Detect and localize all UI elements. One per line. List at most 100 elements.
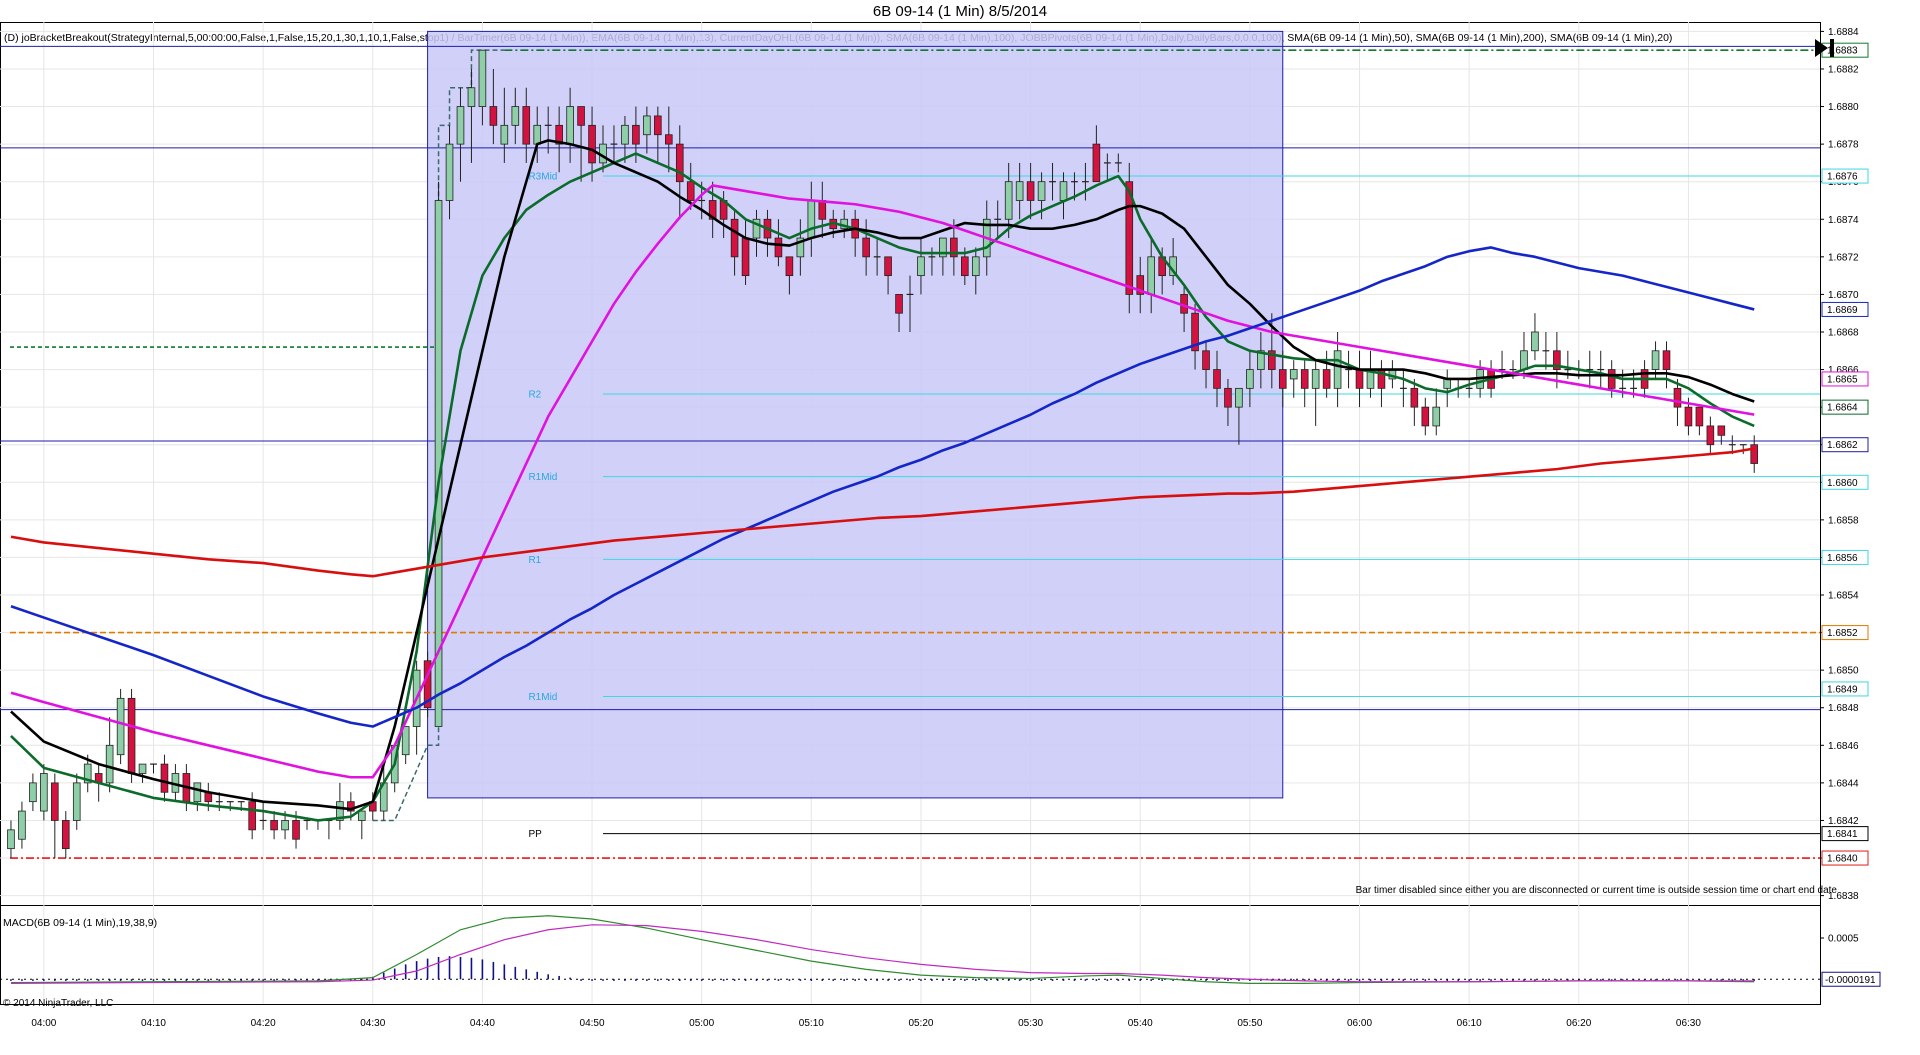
candle-body: [193, 782, 202, 803]
pivot-label: R3Mid: [528, 172, 557, 183]
macd-panel-frame: [0, 905, 1821, 1005]
candle-body: [1531, 331, 1539, 352]
x-tick-label: 05:40: [1128, 1018, 1153, 1029]
candle-body: [961, 256, 969, 277]
price-label: 1.6840: [1827, 854, 1858, 865]
candle-body: [621, 124, 629, 145]
candle-body: [7, 829, 15, 850]
x-tick-label: 04:00: [31, 1018, 56, 1029]
y-tick-label: 1.6870: [1828, 290, 1859, 301]
candle-body: [29, 782, 37, 803]
y-tick-label: 1.6844: [1828, 778, 1859, 789]
candle-body: [1224, 387, 1232, 408]
candle-body: [1695, 406, 1704, 427]
candle-body: [862, 237, 870, 258]
bracket-box: [427, 30, 1284, 799]
candle-body: [686, 181, 695, 201]
price-label: 1.6852: [1827, 628, 1858, 639]
candle-body: [1037, 181, 1046, 201]
candle-body: [478, 49, 487, 107]
x-tick-label: 05:10: [799, 1018, 824, 1029]
y-tick-label: 1.6842: [1828, 816, 1859, 827]
x-tick-label: 05:00: [689, 1018, 714, 1029]
candle-body: [1607, 369, 1616, 389]
candle-body: [281, 820, 289, 831]
candle-body: [1026, 181, 1035, 201]
x-tick-label: 04:20: [251, 1018, 276, 1029]
candle-body: [1059, 181, 1068, 201]
y-tick-label: 1.6878: [1828, 140, 1859, 151]
macd-title: MACD(6B 09-14 (1 Min),19,38,9): [3, 917, 158, 929]
candle-body: [489, 106, 498, 126]
candle-body: [1706, 425, 1715, 446]
candle-body: [456, 106, 465, 145]
candle-body: [500, 124, 509, 145]
candle-body: [105, 744, 114, 784]
x-tick-label: 04:10: [141, 1018, 166, 1029]
price-label: 1.6841: [1827, 829, 1858, 840]
y-tick-label: 1.6848: [1828, 703, 1859, 714]
candle-body: [1662, 350, 1671, 370]
candle-body: [1333, 350, 1342, 389]
price-label: 1.6862: [1827, 440, 1858, 451]
candle-body: [1300, 369, 1309, 389]
x-tick-label: 06:20: [1566, 1018, 1591, 1029]
pivot-label: R1: [528, 555, 541, 566]
candle-body: [1246, 369, 1254, 389]
candle-body: [577, 106, 585, 126]
candle-body: [61, 820, 70, 850]
price-label: 1.6869: [1827, 305, 1858, 316]
candle-body: [1750, 444, 1759, 464]
candle-body: [1673, 387, 1682, 408]
candle-body: [248, 801, 256, 831]
candle-body: [741, 237, 750, 277]
candle-body: [1443, 378, 1452, 389]
candle-body: [1684, 406, 1693, 427]
candle-body: [51, 782, 59, 821]
candle-body: [1651, 350, 1660, 370]
candle-body: [160, 763, 169, 793]
candle-body: [138, 763, 147, 774]
candle-body: [664, 134, 673, 145]
candle-body: [884, 256, 892, 277]
candle-body: [270, 820, 278, 831]
skip-to-end-icon[interactable]: [1812, 36, 1838, 60]
macd-signal-line: [10, 924, 1755, 984]
candle-body: [1015, 181, 1024, 201]
candle-body: [1213, 369, 1221, 389]
candle-body: [127, 697, 136, 774]
candle-body: [1432, 406, 1441, 427]
candle-body: [40, 773, 48, 812]
candle-body: [730, 218, 739, 258]
candle-body: [1092, 143, 1101, 183]
x-tick-label: 05:30: [1018, 1018, 1043, 1029]
x-tick-label: 06:10: [1457, 1018, 1482, 1029]
y-tick-label: 1.6854: [1828, 591, 1859, 602]
candle-body: [895, 294, 903, 314]
candle-body: [1322, 369, 1331, 389]
x-tick-label: 05:20: [908, 1018, 933, 1029]
price-chart[interactable]: 04:00 04:10 04:20 04:30 04:40 04:50 05:00 05:10…: [0, 0, 1920, 1055]
candle-body: [1004, 181, 1013, 220]
candle-body: [1355, 369, 1364, 389]
x-tick-label: 04:40: [470, 1018, 495, 1029]
y-tick-label: 1.6872: [1828, 252, 1859, 263]
y-tick-label: 1.6850: [1828, 666, 1859, 677]
pivot-label: R2: [528, 389, 541, 400]
x-tick-label: 04:30: [360, 1018, 385, 1029]
macd-value-label: -0.0000191: [1825, 975, 1876, 986]
candle-body: [1202, 350, 1210, 370]
y-tick-label: 1.6858: [1828, 515, 1859, 526]
x-tick-label: 05:50: [1237, 1018, 1262, 1029]
candle-body: [401, 726, 410, 756]
pivot-label: PP: [528, 829, 542, 840]
candle-body: [566, 106, 574, 145]
price-label: 1.6860: [1827, 478, 1858, 489]
y-tick-label: 1.6868: [1828, 327, 1859, 338]
price-label: 1.6849: [1827, 684, 1858, 695]
candle-body: [533, 124, 542, 145]
candle-body: [1289, 369, 1298, 380]
candle-body: [1520, 350, 1528, 370]
candle-body: [1235, 387, 1243, 408]
candle-body: [445, 143, 454, 201]
